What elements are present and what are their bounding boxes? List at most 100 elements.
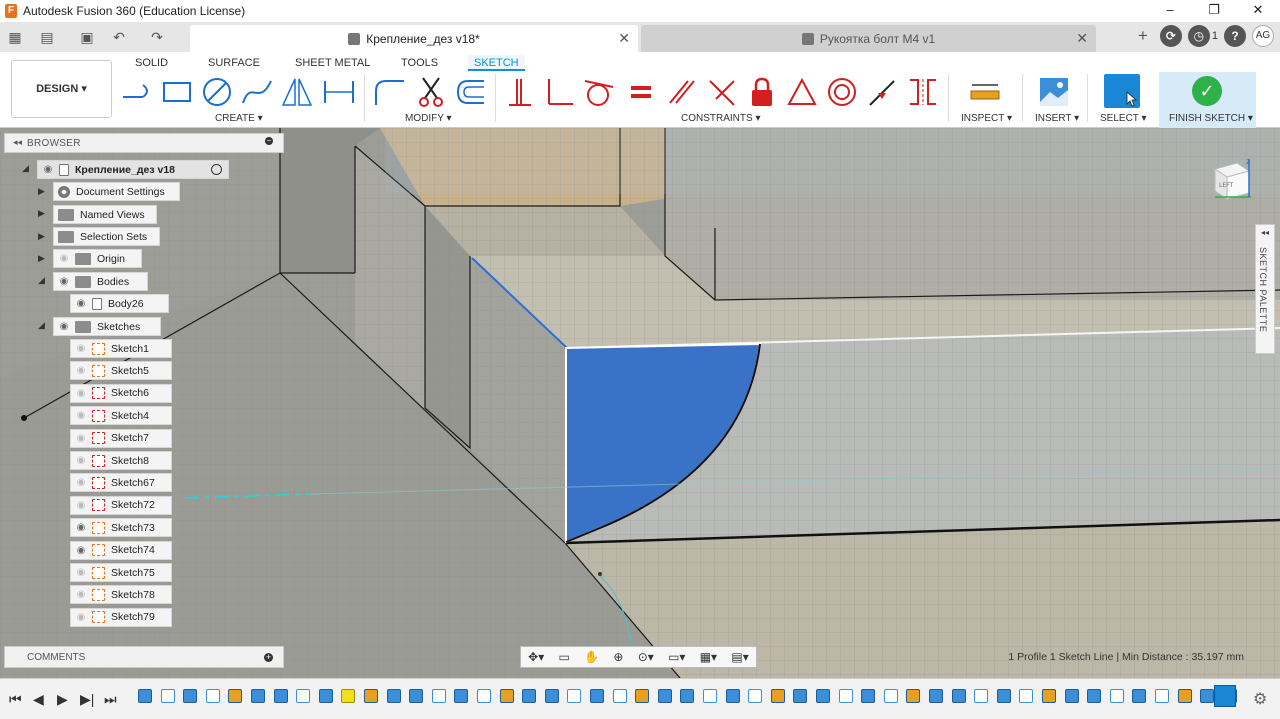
timeline-feature-icon[interactable] (657, 689, 672, 703)
eye-icon[interactable]: ◉ (74, 545, 88, 556)
eye-icon[interactable]: ◉ (74, 612, 88, 623)
browser-item-bodies[interactable]: ◉ Bodies (53, 272, 148, 291)
browser-root[interactable]: ◉ Крепление_дез v18 (37, 160, 229, 179)
browser-item-sketch8[interactable]: ◉ Sketch8 (70, 451, 172, 470)
viewcube[interactable]: Z LEFT (1209, 157, 1255, 203)
grid-settings-icon[interactable]: ▦▾ (700, 650, 717, 664)
timeline-feature-icon[interactable] (499, 689, 514, 703)
timeline-feature-icon[interactable] (477, 689, 491, 703)
tab-sheet-metal[interactable]: SHEET METAL (289, 55, 376, 71)
browser-item-sketch79[interactable]: ◉ Sketch79 (70, 607, 172, 627)
eye-icon[interactable]: ◉ (57, 321, 71, 332)
tangent-constraint-icon[interactable] (583, 76, 615, 108)
close-tab-button[interactable]: ✕ (1076, 30, 1088, 47)
timeline-feature-icon[interactable] (386, 689, 401, 703)
comments-panel-header[interactable]: COMMENTS + (4, 646, 284, 668)
redo-icon[interactable]: ↷ (146, 27, 168, 47)
eye-icon[interactable]: ◉ (74, 298, 88, 309)
browser-item-sketch7[interactable]: ◉ Sketch7 (70, 428, 172, 448)
timeline-feature-icon[interactable] (703, 689, 717, 703)
browser-item-sketch4[interactable]: ◉ Sketch4 (70, 406, 172, 426)
timeline-feature-icon[interactable] (1132, 689, 1147, 703)
eye-icon[interactable]: ◉ (74, 455, 88, 466)
save-icon[interactable]: ▣ (76, 27, 98, 47)
maximize-button[interactable]: ❐ (1192, 0, 1236, 22)
3d-viewport[interactable] (0, 128, 1280, 678)
timeline-feature-icon[interactable] (793, 689, 808, 703)
browser-item-origin[interactable]: ◉ Origin (53, 249, 142, 268)
timeline-feature-icon[interactable] (951, 689, 966, 703)
eye-icon[interactable]: ◉ (74, 500, 88, 511)
model-canvas[interactable] (0, 128, 1280, 678)
tab-active-document[interactable]: Крепление_дез v18* ✕ (190, 25, 638, 52)
timeline-feature-icon[interactable] (996, 689, 1011, 703)
browser-item-sketch67[interactable]: ◉ Sketch67 (70, 473, 172, 493)
trim-scissors-icon[interactable] (415, 76, 447, 108)
measure-ruler-icon[interactable] (968, 76, 1002, 108)
sketch-point[interactable] (21, 415, 27, 421)
eye-icon[interactable]: ◉ (74, 388, 88, 399)
sketch-point[interactable] (598, 572, 602, 576)
insert-menu[interactable]: INSERT ▾ (1035, 113, 1079, 124)
timeline-feature-icon[interactable] (296, 689, 311, 703)
timeline-feature-icon[interactable] (748, 689, 763, 703)
timeline-feature-icon[interactable] (454, 689, 469, 703)
circle-tool-icon[interactable] (201, 76, 233, 108)
parallel-constraint-icon[interactable] (666, 76, 698, 108)
job-status-button[interactable]: ◷ 1 (1187, 25, 1218, 47)
fillet-tool-icon[interactable] (372, 76, 406, 108)
browser-item-sketch5[interactable]: ◉ Sketch5 (70, 361, 172, 381)
step-back-icon[interactable]: ◀ (33, 691, 44, 708)
browser-panel-header[interactable]: ◂◂ BROWSER − (4, 133, 284, 153)
equal-constraint-icon[interactable] (626, 76, 656, 108)
expander-icon[interactable]: ◢ (38, 320, 45, 331)
eye-icon[interactable]: ◉ (74, 589, 88, 600)
timeline-settings-gear-icon[interactable]: ⚙ (1253, 689, 1267, 709)
timeline-feature-icon[interactable] (883, 689, 898, 703)
select-menu[interactable]: SELECT ▾ (1100, 113, 1147, 124)
avatar[interactable]: AG (1252, 25, 1274, 47)
timeline-feature-icon[interactable] (1177, 689, 1192, 703)
new-tab-button[interactable]: + (1132, 26, 1154, 46)
perpendicular-constraint-icon[interactable] (543, 76, 575, 108)
data-panel-grid-icon[interactable]: ▦ (4, 27, 26, 47)
tab-inactive-document[interactable]: Рукоятка болт M4 v1 ✕ (641, 25, 1096, 52)
viewports-icon[interactable]: ▤▾ (731, 650, 748, 664)
browser-item-sketch78[interactable]: ◉ Sketch78 (70, 585, 172, 605)
midpoint-constraint-icon[interactable] (866, 76, 898, 108)
eye-icon[interactable]: ◉ (74, 365, 88, 376)
timeline-feature-icon[interactable] (273, 689, 288, 703)
timeline-feature-icon[interactable] (205, 689, 220, 703)
timeline-feature-icon[interactable] (1155, 689, 1169, 703)
timeline-feature-icon[interactable] (341, 689, 356, 703)
finish-sketch-menu[interactable]: FINISH SKETCH ▾ (1169, 113, 1253, 124)
add-comment-icon[interactable]: + (264, 653, 273, 662)
browser-item-named-views[interactable]: Named Views (53, 205, 157, 224)
timeline-feature-icon[interactable] (544, 689, 559, 703)
eye-icon[interactable]: ◉ (57, 276, 71, 287)
timeline-feature-icon[interactable] (138, 689, 152, 703)
browser-item-sketches[interactable]: ◉ Sketches (53, 317, 161, 336)
expander-icon[interactable]: ▶ (38, 208, 45, 219)
eye-icon[interactable]: ◉ (57, 253, 71, 264)
timeline-feature-icon[interactable] (1042, 689, 1056, 703)
eye-icon[interactable]: ◉ (74, 567, 88, 578)
modify-menu[interactable]: MODIFY ▾ (405, 113, 452, 124)
extensions-icon[interactable]: ⟳ (1159, 25, 1182, 47)
eye-icon[interactable]: ◉ (74, 522, 88, 533)
sketch-palette-collapsed[interactable]: ◂◂ SKETCH PALETTE (1255, 224, 1275, 354)
timeline-feature-icon[interactable] (725, 689, 740, 703)
symmetry-constraint-icon[interactable] (786, 76, 818, 108)
close-tab-button[interactable]: ✕ (618, 30, 630, 47)
timeline-current-sketch-icon[interactable] (1214, 685, 1236, 707)
line-tool-icon[interactable] (121, 76, 153, 108)
collapse-arrow-icon[interactable]: ◂◂ (13, 137, 22, 148)
workspace-switcher-button[interactable]: DESIGN ▾ (11, 60, 112, 118)
browser-item-body26[interactable]: ◉ Body26 (70, 294, 169, 313)
browser-item-sketch72[interactable]: ◉ Sketch72 (70, 495, 172, 515)
minus-icon[interactable]: − (265, 137, 273, 145)
tab-solid[interactable]: SOLID (129, 55, 174, 71)
coincident-constraint-icon[interactable] (706, 76, 738, 108)
timeline-feature-icon[interactable] (1200, 689, 1215, 703)
timeline-feature-icon[interactable] (364, 689, 378, 703)
